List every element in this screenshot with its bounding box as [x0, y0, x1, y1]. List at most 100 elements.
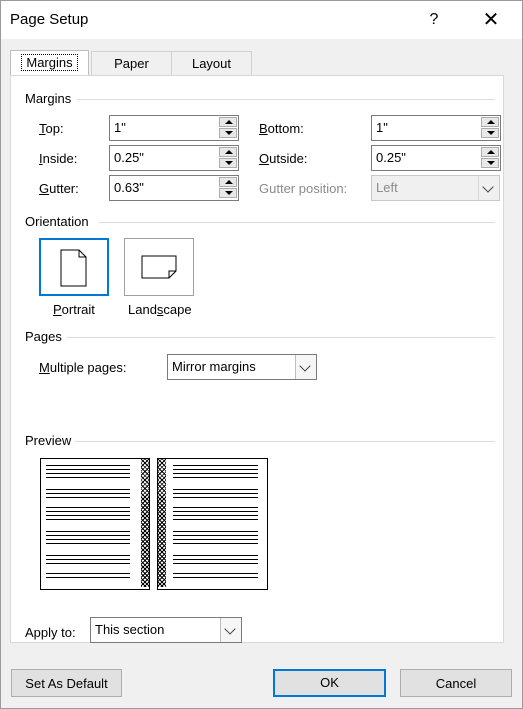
chevron-down-icon[interactable]	[299, 360, 311, 372]
help-icon[interactable]: ?	[411, 6, 457, 34]
preview-text-line	[173, 535, 258, 536]
landscape-button[interactable]	[124, 238, 194, 296]
outside-label: Outside:	[259, 151, 308, 166]
spin-down-icon[interactable]	[219, 158, 237, 168]
outside-margin-spinner[interactable]: 0.25"	[371, 145, 501, 171]
apply-to-value[interactable]: This section	[95, 622, 164, 637]
dialog-title: Page Setup	[10, 11, 89, 28]
preview-text-line	[46, 555, 130, 556]
preview-text-line	[173, 531, 258, 532]
spin-down-icon[interactable]	[481, 158, 499, 168]
spin-up-icon[interactable]	[481, 117, 499, 127]
tab-paper-label: Paper	[114, 56, 149, 71]
portrait-page-icon	[60, 249, 87, 287]
preview-text-line	[46, 473, 130, 474]
chevron-down-icon[interactable]	[224, 623, 236, 635]
preview-text-line	[173, 473, 258, 474]
spin-up-icon[interactable]	[481, 147, 499, 157]
spin-up-icon[interactable]	[219, 177, 237, 187]
preview-text-line	[173, 469, 258, 470]
preview-text-line	[173, 477, 258, 478]
portrait-button[interactable]	[39, 238, 109, 296]
tab-margins[interactable]: Margins	[10, 50, 89, 76]
orientation-divider	[99, 222, 495, 223]
preview-text-line	[173, 563, 258, 564]
preview-text-line	[173, 559, 258, 560]
preview-divider	[75, 441, 495, 442]
preview-text-line	[46, 573, 130, 574]
preview-left-page	[40, 458, 150, 590]
preview-text-line	[46, 577, 130, 578]
preview-text-line	[46, 535, 130, 536]
landscape-label: Landscape	[128, 302, 192, 317]
dialog-button-bar: Set As Default OK Cancel	[1, 655, 522, 708]
margins-section-title: Margins	[25, 91, 72, 106]
page-setup-dialog: Page Setup ? ✕ Margins Paper Layout Marg…	[0, 0, 523, 709]
inside-label: Inside:	[39, 151, 78, 166]
bottom-margin-spinner[interactable]: 1"	[371, 115, 501, 141]
gutter-hatch	[158, 459, 166, 587]
gutter-position-value: Left	[376, 180, 398, 195]
preview-text-line	[46, 511, 130, 512]
preview-text-line	[46, 493, 130, 494]
close-icon[interactable]: ✕	[468, 6, 514, 34]
orientation-section-title: Orientation	[25, 214, 89, 229]
top-margin-value[interactable]: 1"	[114, 120, 126, 135]
preview-text-line	[173, 493, 258, 494]
gutter-label: Gutter:	[39, 181, 79, 196]
pages-divider	[67, 337, 495, 338]
chevron-down-icon	[482, 181, 494, 193]
multiple-pages-value[interactable]: Mirror margins	[172, 359, 256, 374]
bottom-margin-value[interactable]: 1"	[376, 120, 388, 135]
preview-right-page	[157, 458, 268, 590]
gutter-value[interactable]: 0.63"	[114, 180, 144, 195]
preview-text-line	[173, 511, 258, 512]
preview-text-line	[46, 531, 130, 532]
preview-text-line	[173, 507, 258, 508]
preview-text-line	[46, 469, 130, 470]
preview-text-line	[46, 497, 130, 498]
spin-up-icon[interactable]	[219, 147, 237, 157]
set-as-default-button[interactable]: Set As Default	[11, 669, 122, 697]
preview-text-line	[173, 539, 258, 540]
margins-divider	[77, 99, 495, 100]
preview-text-line	[173, 573, 258, 574]
multiple-pages-select[interactable]: Mirror margins	[167, 354, 317, 380]
apply-to-select[interactable]: This section	[90, 617, 242, 643]
preview-text-line	[173, 543, 258, 544]
cancel-button[interactable]: Cancel	[400, 669, 512, 697]
preview-text-line	[173, 465, 258, 466]
preview-text-line	[46, 507, 130, 508]
portrait-label: Portrait	[53, 302, 95, 317]
ok-button[interactable]: OK	[273, 669, 386, 697]
preview-text-line	[173, 519, 258, 520]
tab-layout[interactable]: Layout	[171, 51, 252, 76]
spin-down-icon[interactable]	[481, 128, 499, 138]
gutter-position-select: Left	[371, 175, 500, 201]
inside-margin-spinner[interactable]: 0.25"	[109, 145, 239, 171]
bottom-label: Bottom:	[259, 121, 304, 136]
margins-panel: Margins Top: 1" Bottom: 1" Inside: 0.25"…	[10, 75, 504, 643]
pages-section-title: Pages	[25, 329, 62, 344]
tab-margins-label: Margins	[21, 54, 78, 71]
spin-down-icon[interactable]	[219, 128, 237, 138]
preview-text-line	[173, 555, 258, 556]
preview-text-line	[46, 519, 130, 520]
preview-text-line	[46, 515, 130, 516]
outside-margin-value[interactable]: 0.25"	[376, 150, 406, 165]
spin-down-icon[interactable]	[219, 188, 237, 198]
preview-text-line	[46, 539, 130, 540]
apply-to-label: Apply to:	[25, 625, 76, 640]
multiple-pages-label: Multiple pages:	[39, 360, 127, 375]
preview-text-line	[173, 577, 258, 578]
inside-margin-value[interactable]: 0.25"	[114, 150, 144, 165]
preview-text-line	[46, 477, 130, 478]
title-bar: Page Setup ? ✕	[1, 1, 522, 39]
preview-section-title: Preview	[25, 433, 72, 448]
tab-paper[interactable]: Paper	[91, 51, 172, 76]
gutter-spinner[interactable]: 0.63"	[109, 175, 239, 201]
top-margin-spinner[interactable]: 1"	[109, 115, 239, 141]
landscape-page-icon	[141, 255, 177, 279]
top-label: Top:	[39, 121, 64, 136]
spin-up-icon[interactable]	[219, 117, 237, 127]
